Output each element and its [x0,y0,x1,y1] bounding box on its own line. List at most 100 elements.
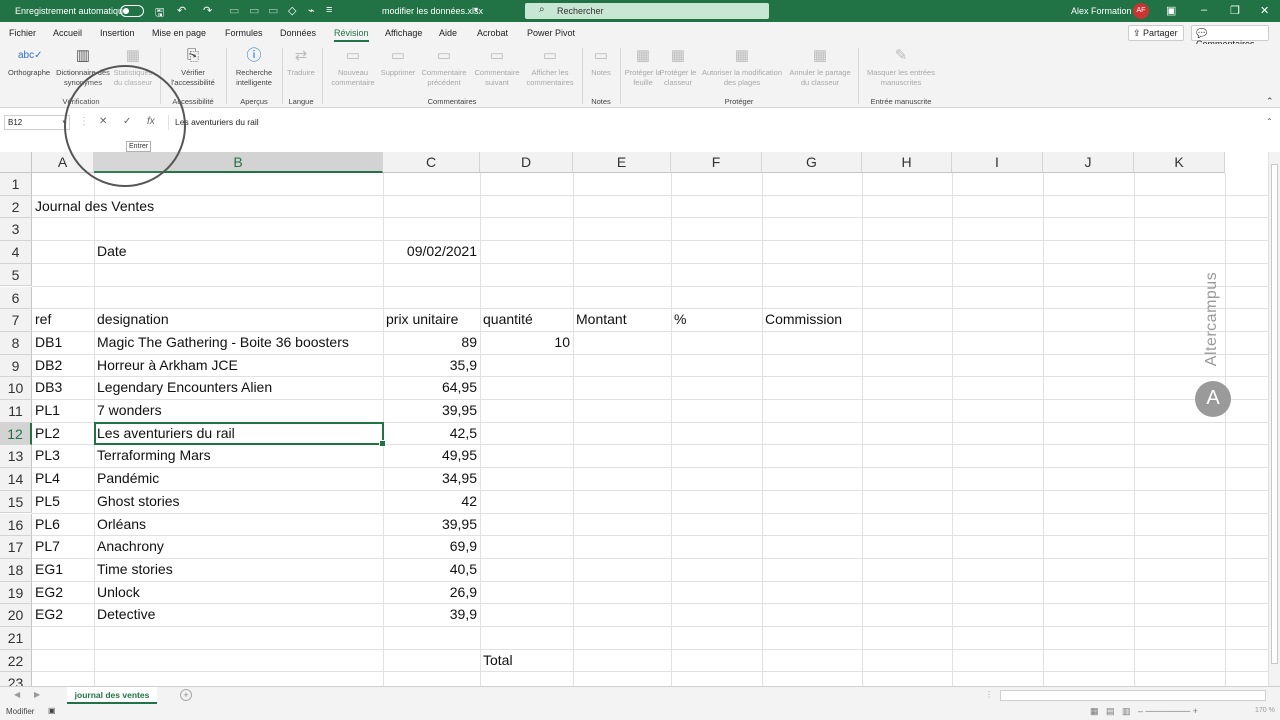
notes-button[interactable]: ▭ Notes [586,46,616,78]
protect-sheet-button[interactable]: ▦ Protéger la feuille [624,46,662,88]
price-cell[interactable]: 26,9 [386,581,477,603]
price-cell[interactable]: 35,9 [386,354,477,376]
add-sheet-icon[interactable]: + [180,689,192,701]
search-box[interactable]: ⌕ Rechercher [525,3,769,19]
designation-cell[interactable]: Pandémic [97,467,159,489]
price-cell[interactable]: 34,95 [386,467,477,489]
designation-cell[interactable]: Unlock [97,581,140,603]
price-cell[interactable]: 89 [386,331,477,353]
tab-aide[interactable]: Aide [439,28,457,38]
row-header-10[interactable]: 10 [0,377,32,400]
column-header-c[interactable]: C [383,152,480,173]
tab-insertion[interactable]: Insertion [100,28,135,38]
close-icon[interactable]: ✕ [1260,4,1269,17]
select-all-corner[interactable] [0,152,32,173]
worksheet-grid[interactable]: A B C D E F G H I J K 1 2 3 4 5 6 7 8 9 10 11 12 13 14 15 16 17 18 19… [0,152,1268,686]
unshare-workbook-button[interactable]: ▦ Annuler le partage du classeur [786,46,854,88]
autosave-toggle[interactable] [120,5,144,17]
row-header-3[interactable]: 3 [0,218,32,242]
price-cell[interactable]: 39,9 [386,603,477,625]
view-buttons[interactable]: ▦ ▤ ▥ – ─────── + [1090,706,1198,717]
collapse-ribbon-icon[interactable]: ⌃ [1266,96,1274,107]
row-header-20[interactable]: 20 [0,604,32,627]
allow-edit-ranges-button[interactable]: ▦ Autoriser la modification des plages [698,46,786,88]
sheet-title-cell[interactable]: Journal des Ventes [35,195,154,217]
designation-cell[interactable]: Magic The Gathering - Boite 36 boosters [97,331,349,353]
user-name[interactable]: Alex Formation [1071,6,1132,16]
tab-fichier[interactable]: Fichier [9,28,36,38]
name-box[interactable]: B12 ▾ [4,115,70,130]
total-label-cell[interactable]: Total [483,649,513,671]
designation-cell[interactable]: Orléans [97,513,146,535]
designation-cell[interactable]: Detective [97,603,155,625]
row-header-7[interactable]: 7 [0,309,32,332]
designation-cell[interactable]: Time stories [97,558,173,580]
undo-icon[interactable]: ↶ [177,4,186,17]
price-cell[interactable]: 42,5 [386,422,477,444]
avatar[interactable]: AF [1133,3,1149,19]
tab-power-pivot[interactable]: Power Pivot [527,28,575,38]
document-title[interactable]: modifier les données.xlsx [382,6,483,16]
row-header-4[interactable]: 4 [0,241,32,264]
tab-donnees[interactable]: Données [280,28,316,38]
prev-sheet-icon[interactable]: ◀ [14,690,20,699]
sheet-tab-journal-des-ventes[interactable]: journal des ventes [67,687,157,704]
minimize-icon[interactable]: – [1201,4,1207,16]
header-ref[interactable]: ref [35,308,51,330]
expand-formula-bar-icon[interactable]: ⌃ [1266,117,1273,126]
ref-cell[interactable]: PL2 [35,422,60,444]
row-header-2[interactable]: 2 [0,195,32,219]
zoom-level[interactable]: 170 % [1255,707,1275,714]
column-header-f[interactable]: F [671,152,762,173]
row-header-9[interactable]: 9 [0,354,32,378]
ref-cell[interactable]: PL4 [35,467,60,489]
formula-input[interactable]: Les aventuriers du rail [168,115,1268,130]
designation-cell[interactable]: Legendary Encounters Alien [97,376,272,398]
column-header-d[interactable]: D [480,152,573,173]
designation-cell[interactable]: 7 wonders [97,399,162,421]
row-header-16[interactable]: 16 [0,513,32,537]
tab-acrobat[interactable]: Acrobat [477,28,508,38]
new-file-icon[interactable]: ▭ [229,4,239,17]
save-icon[interactable]: 🖫 [155,4,164,23]
column-header-e[interactable]: E [573,152,671,173]
show-comments-button[interactable]: ▭ Afficher les commentaires [522,46,578,88]
header-prix-unitaire[interactable]: prix unitaire [386,308,458,330]
share-button[interactable]: ⇪ Partager [1128,25,1184,41]
sheet-bar-splitter-icon[interactable]: ⋮ [985,690,993,699]
designation-cell[interactable]: Horreur à Arkham JCE [97,354,238,376]
designation-cell[interactable]: Terraforming Mars [97,444,211,466]
ref-cell[interactable]: PL1 [35,399,60,421]
ref-cell[interactable]: PL7 [35,535,60,557]
next-comment-button[interactable]: ▭ Commentaire suivant [470,46,524,88]
pen-icon[interactable]: ⌁ [308,4,315,17]
price-cell[interactable]: 69,9 [386,535,477,557]
row-header-13[interactable]: 13 [0,445,32,469]
column-header-h[interactable]: H [862,152,952,173]
row-header-8[interactable]: 8 [0,331,32,355]
new-comment-button[interactable]: ▭ Nouveau commentaire [326,46,380,88]
ref-cell[interactable]: EG1 [35,558,63,580]
row-header-19[interactable]: 19 [0,581,32,605]
header-commission[interactable]: Commission [765,308,842,330]
eraser-icon[interactable]: ◇ [288,4,296,17]
row-header-17[interactable]: 17 [0,536,32,559]
date-label-cell[interactable]: Date [97,240,127,262]
ref-cell[interactable]: DB3 [35,376,62,398]
spelling-button[interactable]: abc✓ Orthographe [6,46,52,78]
column-header-k[interactable]: K [1134,152,1225,173]
row-header-11[interactable]: 11 [0,400,32,423]
tab-mise-en-page[interactable]: Mise en page [152,28,206,38]
delete-comment-button[interactable]: ▭ Supprimer [378,46,418,78]
comments-button[interactable]: 💬 Commentaires [1191,25,1269,49]
price-cell[interactable]: 39,95 [386,513,477,535]
ribbon-display-icon[interactable]: ▣ [1166,4,1176,17]
ref-cell[interactable]: PL6 [35,513,60,535]
ref-cell[interactable]: PL3 [35,444,60,466]
previous-comment-button[interactable]: ▭ Commentaire précédent [418,46,470,88]
price-cell[interactable]: 40,5 [386,558,477,580]
row-header-6[interactable]: 6 [0,286,32,310]
row-header-21[interactable]: 21 [0,627,32,650]
tab-revision[interactable]: Révision [334,28,369,42]
tab-formules[interactable]: Formules [225,28,263,38]
